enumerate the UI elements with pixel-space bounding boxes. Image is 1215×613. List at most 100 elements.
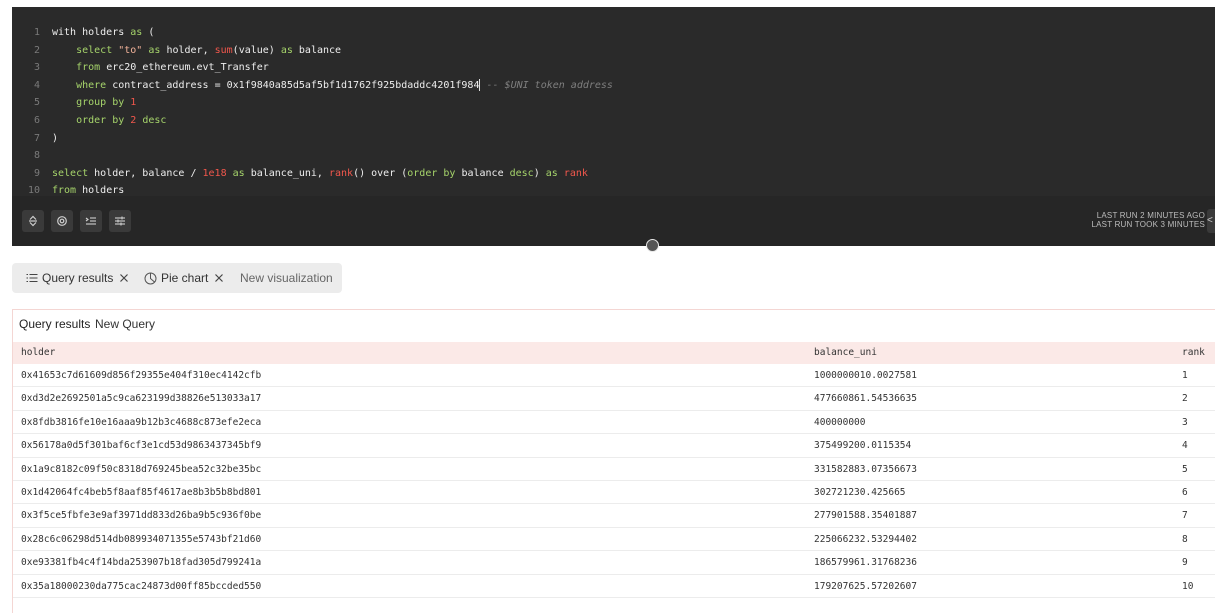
code-line[interactable]: 4 where contract_address = 0x1f9840a85d5… <box>12 77 1215 95</box>
parameters-icon[interactable] <box>109 210 131 232</box>
code-token: as <box>148 44 161 56</box>
line-number: 7 <box>33 132 40 144</box>
cell-balance-uni: 302721230.425665 <box>814 486 906 498</box>
code-line[interactable]: 6 order by 2 desc <box>12 112 1215 130</box>
code-line[interactable]: 3 from erc20_ethereum.evt_Transfer <box>12 59 1215 77</box>
code-line[interactable]: 1 with holders as ( <box>12 24 1215 42</box>
tab-label: Query results <box>42 271 114 285</box>
cell-rank: 1 <box>1182 370 1188 381</box>
cell-rank: 7 <box>1182 510 1188 522</box>
close-icon[interactable] <box>214 273 224 283</box>
table-header: holder balance_uni rank <box>13 342 1215 364</box>
tab-pie-chart[interactable]: Pie chart <box>144 263 228 293</box>
code-token: with holders <box>52 27 131 38</box>
cell-holder: 0x28c6c06298d514db089934071355e5743bf21d… <box>21 533 262 545</box>
cell-balance-uni: 331582883.07356673 <box>814 463 917 475</box>
code-token: erc20_ethereum.evt_Transfer <box>100 62 269 74</box>
code-line[interactable]: 7) <box>12 130 1215 148</box>
editor-toolbar: LAST RUN 2 MINUTES AGO LAST RUN TOOK 3 M… <box>12 196 1215 246</box>
code-token: from <box>76 62 101 74</box>
code-line[interactable]: 5 group by 1 <box>12 94 1215 112</box>
cell-holder: 0x8fdb3816fe10e16aaa9b12b3c4688c873efe2e… <box>21 416 262 428</box>
code-token: ) <box>52 132 59 144</box>
table-row[interactable]: 0xe93381fb4c4f14bda253907b18fad305d79924… <box>13 551 1215 575</box>
expand-collapse-icon[interactable] <box>22 210 44 232</box>
code-line[interactable]: 2 select "to" as holder, sum(value) as b… <box>12 42 1215 60</box>
tab-new-visualization[interactable]: New visualization <box>240 263 333 293</box>
cell-rank: 4 <box>1182 440 1188 452</box>
code-token: order by <box>76 114 125 126</box>
cell-rank: 3 <box>1182 416 1188 428</box>
code-token: holder, balance / <box>88 167 203 179</box>
table-row[interactable]: 0x8fdb3816fe10e16aaa9b12b3c4688c873efe2e… <box>13 411 1215 435</box>
code-token: (value) <box>232 44 281 56</box>
column-header-rank[interactable]: rank <box>1182 342 1205 364</box>
cell-rank: 2 <box>1182 393 1188 405</box>
code-token: -- $UNI token address <box>480 79 613 91</box>
code-token: select <box>52 167 89 179</box>
code-token: sum <box>214 44 233 56</box>
cell-holder: 0x3f5ce5fbfe3e9af3971dd833d26ba9b5c936f0… <box>21 510 262 522</box>
format-icon[interactable] <box>80 210 102 232</box>
cell-rank: 5 <box>1182 463 1188 475</box>
cell-holder: 0x1d42064fc4beb5f8aaf85f4617ae8b3b5b8bd8… <box>21 486 262 498</box>
code-token: 1e18 <box>202 167 227 179</box>
code-token: as <box>232 167 245 179</box>
settings-icon[interactable] <box>51 210 73 232</box>
line-number: 4 <box>33 79 40 91</box>
code-token: as <box>545 167 558 179</box>
table-row[interactable]: 0x56178a0d5f301baf6cf3e1cd53d9863437345b… <box>13 434 1215 458</box>
cell-balance-uni: 186579961.31768236 <box>814 557 917 569</box>
pie-chart-icon <box>144 272 157 284</box>
code-token: "to" <box>118 44 143 56</box>
code-line[interactable]: 9 select holder, balance / 1e18 as balanc… <box>12 165 1215 183</box>
table-row[interactable]: 0x1a9c8182c09f50c8318d769245bea52c32be35… <box>13 458 1215 481</box>
code-token: ( <box>142 27 155 38</box>
code-token: rank <box>563 167 588 179</box>
query-name[interactable]: New Query <box>95 317 155 331</box>
code-token: balance <box>455 167 510 179</box>
cell-balance-uni: 400000000 <box>814 416 866 428</box>
table-row[interactable]: 0x28c6c06298d514db089934071355e5743bf21d… <box>13 528 1215 552</box>
table-row[interactable]: 0x1d42064fc4beb5f8aaf85f4617ae8b3b5b8bd8… <box>13 481 1215 505</box>
resize-handle[interactable] <box>646 239 659 252</box>
cell-holder: 0xd3d2e2692501a5c9ca623199d38826e513033a… <box>21 393 262 405</box>
line-number: 6 <box>33 114 40 126</box>
cell-holder: 0x35a18000230da775cac24873d00ff85bccded5… <box>21 580 262 592</box>
table-row[interactable]: 0xd3d2e2692501a5c9ca623199d38826e513033a… <box>13 387 1215 411</box>
cell-balance-uni: 179207625.57202607 <box>814 580 917 592</box>
close-icon[interactable] <box>119 273 129 283</box>
chevron-left-icon: < <box>1207 215 1213 226</box>
cell-balance-uni: 225066232.53294402 <box>814 533 917 545</box>
table-row[interactable]: 0x41653c7d61609d856f29355e404f310ec4142c… <box>13 364 1215 388</box>
code-token: rank <box>328 167 354 179</box>
code-token: order by <box>407 167 456 179</box>
cell-holder: 0x41653c7d61609d856f29355e404f310ec4142c… <box>21 370 262 381</box>
code-token: select <box>76 44 113 56</box>
tab-query-results[interactable]: Query results <box>26 263 133 293</box>
code-line[interactable]: 8 <box>12 147 1215 165</box>
cell-balance-uni: 277901588.35401887 <box>814 510 917 522</box>
code-token: balance_uni, <box>244 167 329 179</box>
code-token: as <box>280 44 293 56</box>
table-row[interactable]: 0x35a18000230da775cac24873d00ff85bccded5… <box>13 575 1215 598</box>
run-info: LAST RUN 2 MINUTES AGO LAST RUN TOOK 3 M… <box>1091 211 1205 229</box>
cell-balance-uni: 1000000010.0027581 <box>814 370 917 381</box>
cell-holder: 0x56178a0d5f301baf6cf3e1cd53d9863437345b… <box>21 440 262 452</box>
line-number: 2 <box>33 44 40 56</box>
last-run-duration: LAST RUN TOOK 3 MINUTES <box>1091 220 1205 229</box>
code-token: group by <box>76 97 125 109</box>
cell-rank: 10 <box>1182 580 1194 592</box>
sql-editor[interactable]: 1 with holders as (2 select "to" as holde… <box>12 7 1215 246</box>
code-area[interactable]: 1 with holders as (2 select "to" as holde… <box>12 24 1215 200</box>
table-row[interactable]: 0x3f5ce5fbfe3e9af3971dd833d26ba9b5c936f0… <box>13 504 1215 528</box>
collapse-panel-button[interactable]: < <box>1207 209 1215 233</box>
column-header-balance-uni[interactable]: balance_uni <box>814 342 877 364</box>
last-run-time: LAST RUN 2 MINUTES AGO <box>1096 211 1205 220</box>
table-body: 0x41653c7d61609d856f29355e404f310ec4142c… <box>13 364 1215 598</box>
column-header-holder[interactable]: holder <box>21 342 55 364</box>
line-number: 3 <box>33 62 40 74</box>
visualization-tabs: Query results Pie chart New visualizatio… <box>12 263 342 293</box>
